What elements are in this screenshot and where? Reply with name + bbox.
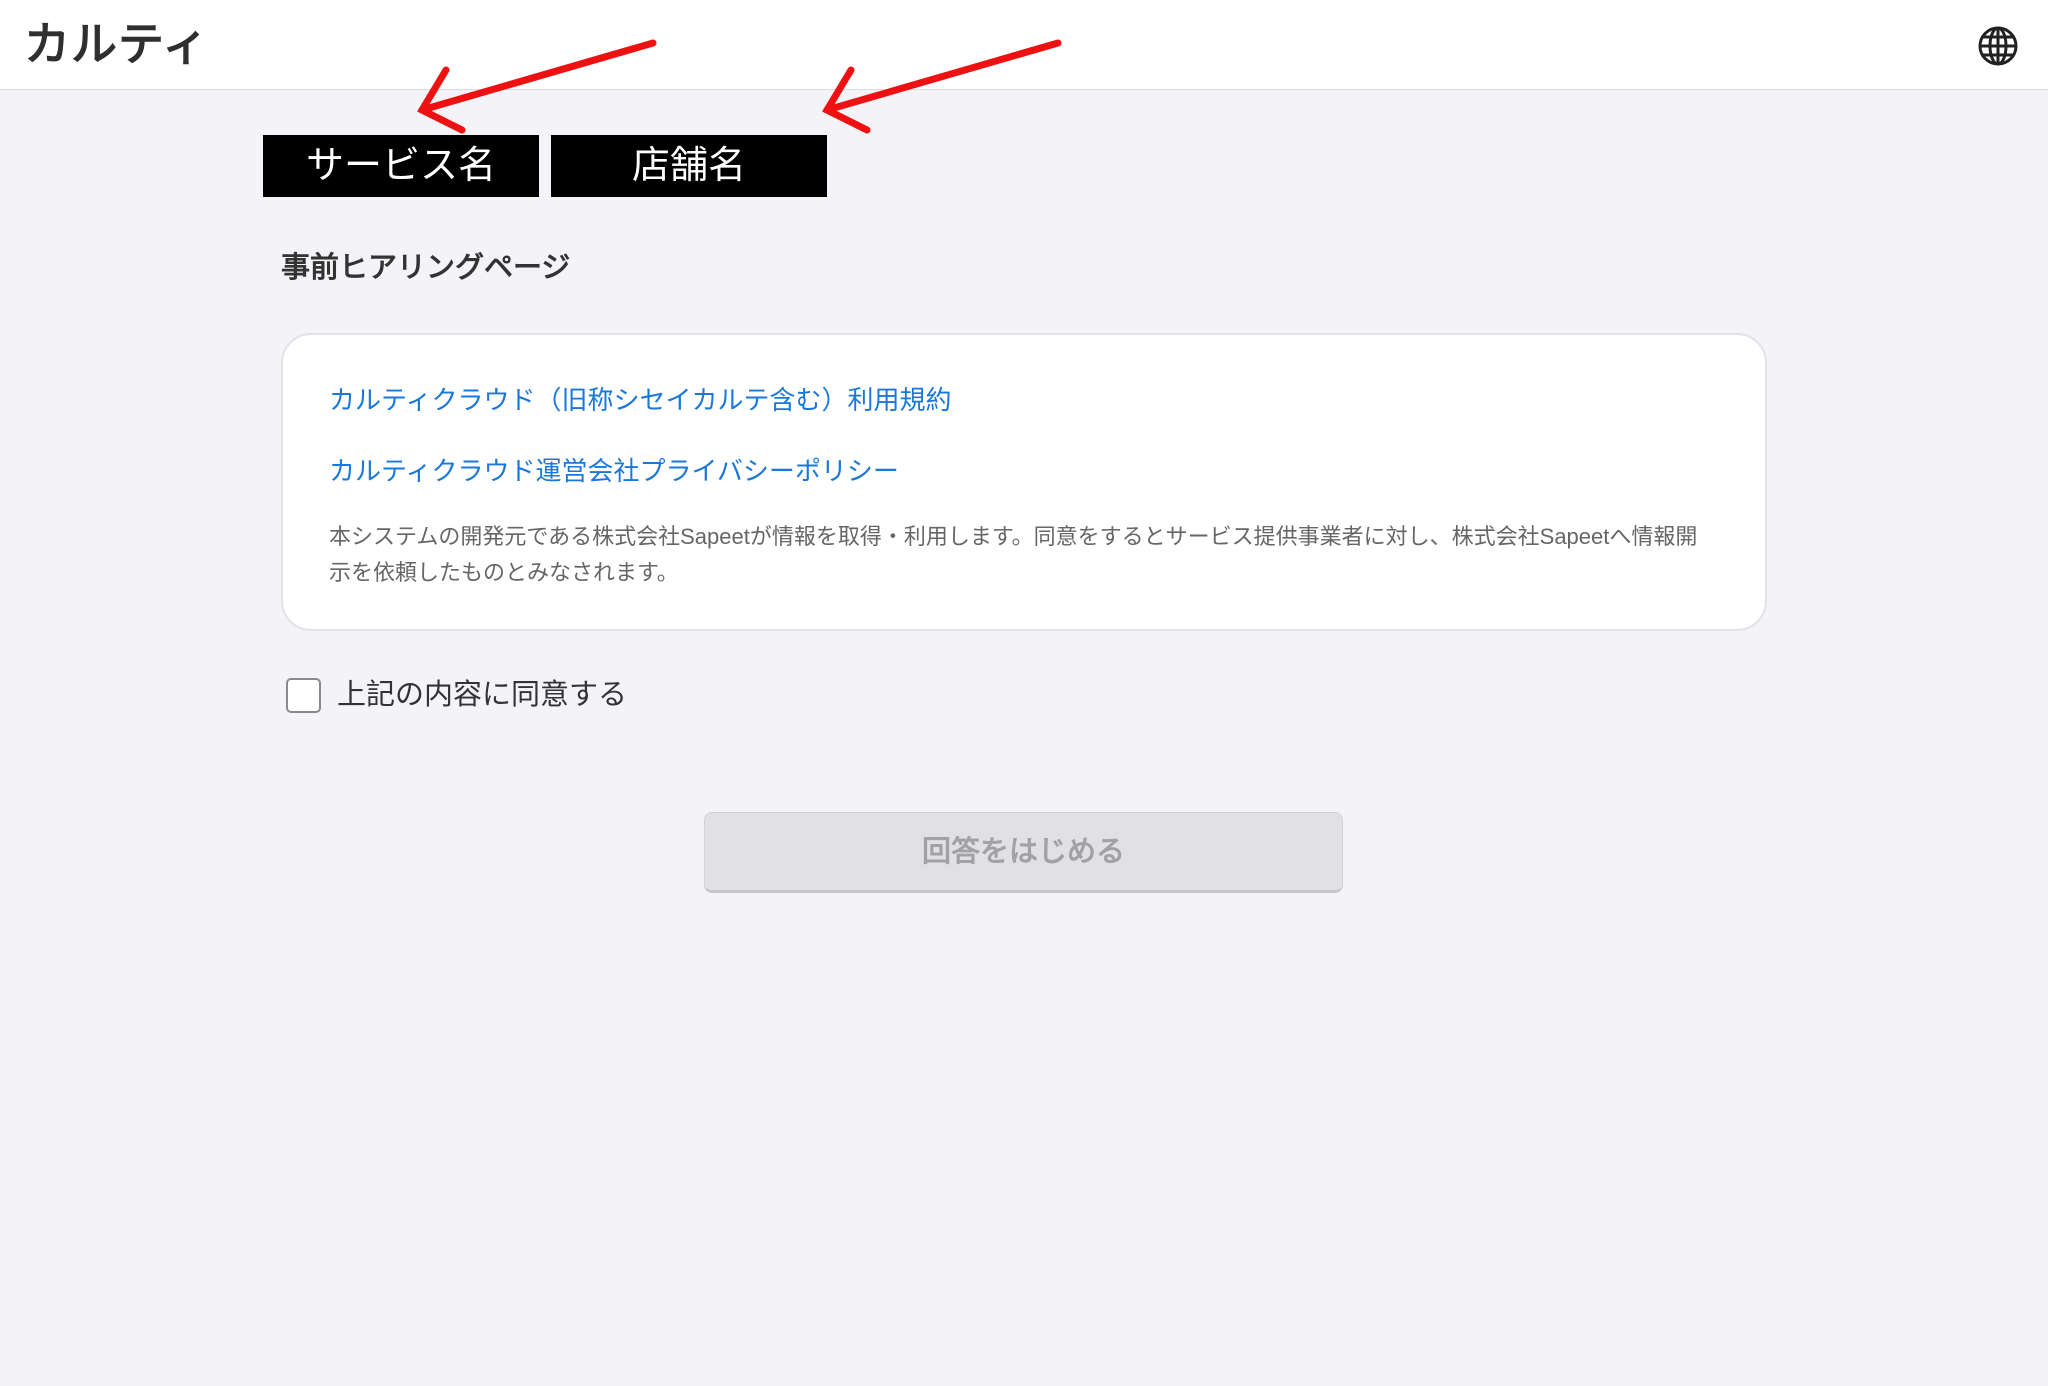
app-logo[interactable]: カルティ: [24, 16, 209, 72]
globe-icon[interactable]: [1977, 25, 2019, 67]
terms-card: カルティクラウド（旧称シセイカルテ含む）利用規約 カルティクラウド運営会社プライ…: [281, 333, 1767, 631]
start-answering-button[interactable]: 回答をはじめる: [704, 812, 1343, 893]
store-name-label: 店舗名: [551, 135, 827, 197]
agree-checkbox-label[interactable]: 上記の内容に同意する: [337, 676, 627, 714]
app-header: カルティ: [0, 0, 2048, 90]
service-name-label: サービス名: [263, 135, 539, 197]
privacy-policy-link[interactable]: カルティクラウド運営会社プライバシーポリシー: [329, 454, 899, 488]
page-title: 事前ヒアリングページ: [281, 252, 571, 284]
data-usage-notice: 本システムの開発元である株式会社Sapeetが情報を取得・利用します。同意をする…: [329, 524, 1698, 585]
agree-checkbox[interactable]: [286, 678, 321, 713]
terms-of-service-link[interactable]: カルティクラウド（旧称シセイカルテ含む）利用規約: [329, 383, 951, 417]
